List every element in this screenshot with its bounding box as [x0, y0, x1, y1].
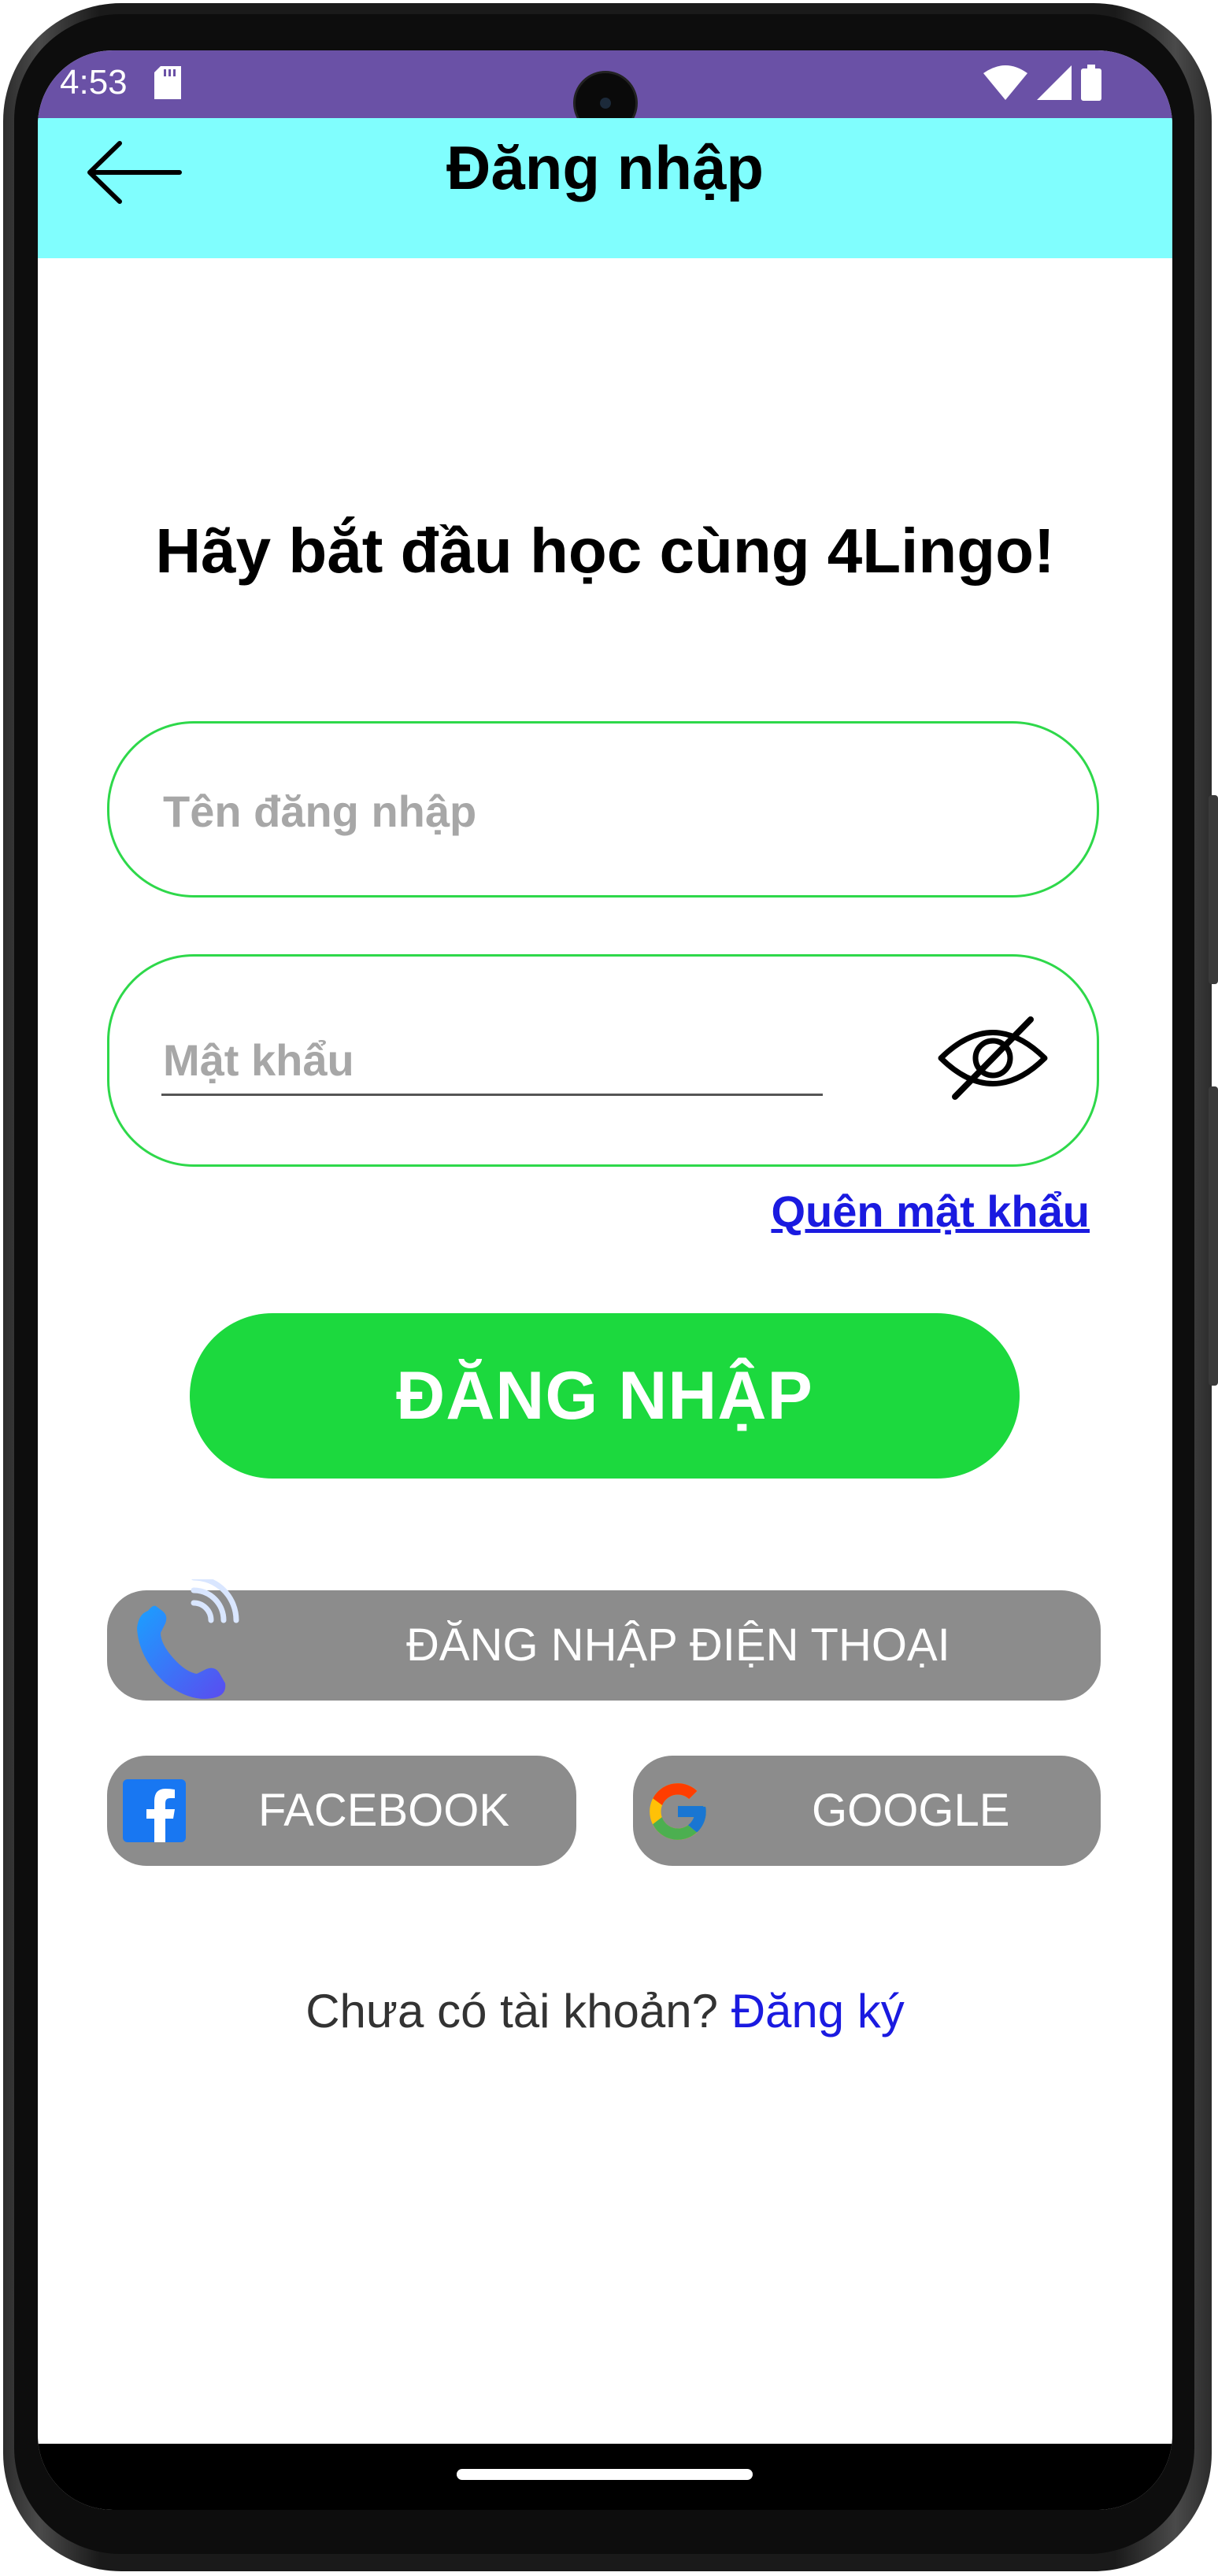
forgot-password-link[interactable]: Quên mật khẩu	[771, 1186, 1090, 1237]
eye-off-icon	[938, 1016, 1048, 1105]
battery-icon	[1081, 65, 1101, 105]
screen: 4:53 Đăng nhập Hãy bắt đầu học cùng 4Lin…	[38, 50, 1172, 2510]
signup-link[interactable]: Đăng ký	[731, 1985, 905, 2037]
welcome-headline: Hãy bắt đầu học cùng 4Lingo!	[155, 516, 1055, 586]
google-icon	[644, 1778, 712, 1856]
facebook-icon	[123, 1779, 186, 1853]
device: 4:53 Đăng nhập Hãy bắt đầu học cùng 4Lin…	[0, 0, 1218, 2576]
status-icons	[983, 65, 1101, 105]
facebook-login-label: FACEBOOK	[258, 1785, 510, 1836]
phone-call-icon	[131, 1575, 249, 1716]
signup-prompt-text: Chưa có tài khoản?	[305, 1985, 719, 2037]
username-input[interactable]	[161, 779, 1031, 843]
signup-prompt-row: Chưa có tài khoản? Đăng ký	[38, 1984, 1172, 2038]
password-field[interactable]	[107, 954, 1099, 1167]
page-title: Đăng nhập	[446, 133, 764, 202]
facebook-login-button[interactable]: FACEBOOK	[107, 1756, 576, 1866]
phone-login-label: ĐĂNG NHẬP ĐIỆN THOẠI	[406, 1619, 950, 1671]
volume-button	[1209, 795, 1218, 984]
phone-login-button[interactable]: ĐĂNG NHẬP ĐIỆN THOẠI	[107, 1575, 1101, 1701]
username-field[interactable]	[107, 721, 1099, 898]
home-gesture-handle[interactable]	[457, 2469, 753, 2480]
power-button	[1209, 1086, 1218, 1386]
toggle-password-visibility-button[interactable]	[938, 1015, 1048, 1101]
password-underline	[161, 1094, 823, 1096]
status-time: 4:53	[60, 63, 128, 102]
google-login-button[interactable]: GOOGLE	[633, 1756, 1101, 1866]
sd-card-icon	[154, 66, 181, 103]
password-input[interactable]	[161, 1027, 826, 1092]
login-button[interactable]: ĐĂNG NHẬP	[190, 1313, 1020, 1479]
wifi-icon	[983, 65, 1027, 104]
google-login-label: GOOGLE	[812, 1785, 1010, 1836]
signal-icon	[1037, 65, 1072, 104]
